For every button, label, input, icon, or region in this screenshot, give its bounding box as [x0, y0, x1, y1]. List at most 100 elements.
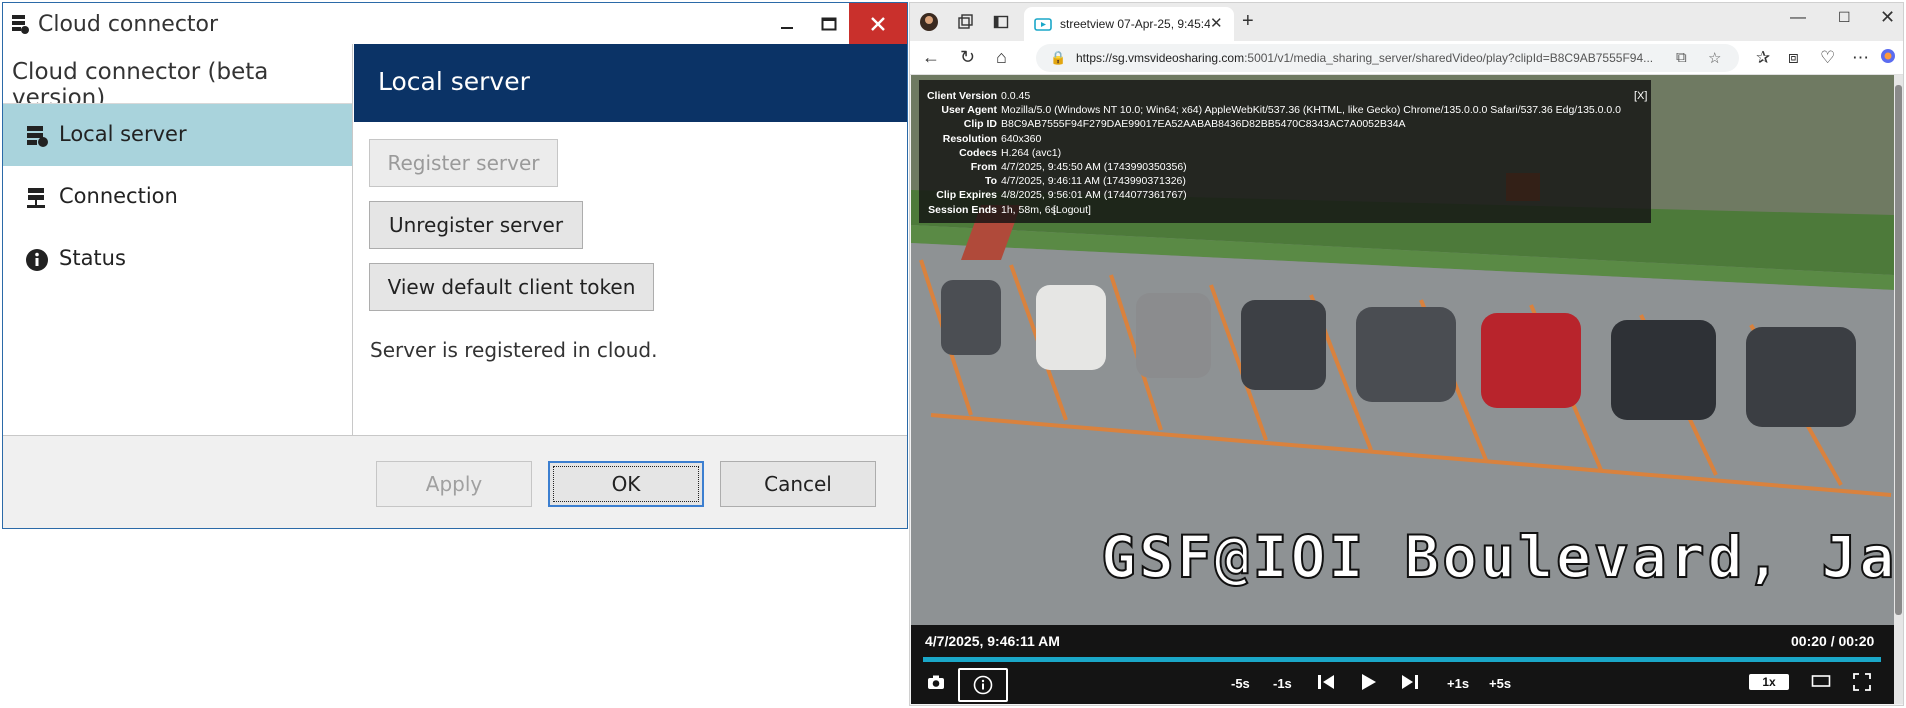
video-player[interactable]: [X] Client Version 0.0.45 User Agent Mozill… — [911, 75, 1894, 704]
next-frame-button[interactable] — [1401, 673, 1419, 694]
clip-info-value: 4/8/2025, 9:56:01 AM (1744077361767) — [1001, 189, 1187, 202]
profile-avatar[interactable] — [918, 11, 940, 33]
clip-info-value: 640x360 — [1001, 132, 1042, 145]
sidebar-item-connection[interactable]: Connection — [3, 166, 352, 228]
minimize-button[interactable] — [765, 3, 809, 44]
clip-info-value: 4/7/2025, 9:45:50 AM (1743990350356) — [1001, 161, 1187, 173]
view-client-token-button[interactable]: View default client token — [369, 263, 654, 311]
close-icon — [871, 16, 885, 31]
server-cloud-icon — [27, 126, 48, 147]
collections-icon[interactable]: ⧈ — [1788, 48, 1799, 68]
workspaces-icon — [958, 14, 973, 29]
player-controls: 4/7/2025, 9:46:11 AM 00:20 / 00:20 -5s -… — [911, 625, 1894, 704]
camera-overlay-text: GSF@IOI Boulevard, Jalan K — [1100, 522, 1894, 592]
copilot-icon[interactable] — [1880, 48, 1896, 69]
clip-info-key: Codecs — [959, 146, 997, 159]
fullscreen-icon — [1853, 673, 1871, 691]
sidebar-item-local-server[interactable]: Local server — [3, 104, 352, 166]
register-server-button[interactable]: Register server — [369, 139, 558, 187]
panel-header: Local server — [354, 44, 907, 122]
clip-info-value: 4/7/2025, 9:46:11 AM (1743990371326) — [1001, 175, 1186, 188]
sidebar-item-label: Local server — [59, 122, 187, 146]
current-timestamp: 4/7/2025, 9:46:11 AM — [925, 633, 1060, 649]
unregister-server-button[interactable]: Unregister server — [369, 201, 583, 249]
copilot-logo-icon — [1881, 49, 1895, 63]
browser-essentials-icon[interactable]: ♡ — [1820, 48, 1835, 68]
cloud-connector-dialog: Cloud connector Cloud connector (beta ve… — [2, 2, 908, 529]
minimize-icon — [781, 26, 793, 29]
playback-speed-button[interactable]: 1x — [1749, 674, 1789, 690]
camera-icon — [928, 675, 944, 689]
url-field[interactable]: 🔒 https://sg.vmsvideosharing.com:5001/v1… — [1036, 44, 1739, 72]
panel-title: Local server — [378, 67, 530, 96]
sidebar-item-status[interactable]: Status — [3, 228, 352, 290]
theater-mode-button[interactable] — [1811, 673, 1831, 692]
dialog-title: Cloud connector — [38, 12, 219, 37]
play-button[interactable] — [1359, 673, 1377, 694]
clip-info-key: Clip Expires — [936, 189, 997, 202]
info-toggle-button[interactable] — [958, 668, 1008, 702]
seek-forward-1s-button[interactable]: +1s — [1447, 676, 1469, 691]
page-scrollbar[interactable] — [1894, 75, 1903, 704]
ok-button[interactable]: OK — [548, 461, 704, 507]
maximize-icon — [821, 17, 837, 30]
back-arrow-icon[interactable]: ← — [922, 47, 940, 68]
seek-back-1s-button[interactable]: -1s — [1273, 676, 1292, 691]
clip-info-value: H.264 (avc1) — [1001, 146, 1062, 159]
clip-info-key: From — [970, 161, 997, 173]
new-tab-icon[interactable]: + — [1242, 10, 1254, 33]
favorite-star-icon[interactable]: ☆ — [1708, 49, 1721, 67]
dialog-titlebar[interactable]: Cloud connector — [3, 3, 907, 44]
tab-title: streetview 07-Apr-25, 9:45:49 AM — [1060, 17, 1210, 31]
refresh-icon[interactable]: ↻ — [960, 47, 975, 68]
server-connection-icon — [27, 188, 45, 208]
play-icon — [1362, 674, 1376, 690]
progress-bar[interactable] — [923, 657, 1881, 662]
progress-fill — [923, 657, 1881, 662]
close-button[interactable] — [849, 3, 907, 44]
info-close-button[interactable]: [X] — [1634, 90, 1647, 102]
avatar-icon — [920, 13, 938, 31]
workspaces-button[interactable] — [954, 11, 976, 33]
logout-link[interactable]: [Logout] — [1053, 204, 1091, 216]
apply-button[interactable]: Apply — [376, 461, 532, 507]
more-menu-icon[interactable]: ⋯ — [1852, 48, 1869, 68]
scrollbar-thumb[interactable] — [1895, 85, 1902, 615]
tab-actions-button[interactable] — [990, 11, 1012, 33]
sidebar-item-label: Status — [59, 246, 126, 270]
cancel-button[interactable]: Cancel — [720, 461, 876, 507]
clip-info-key: Client Version — [926, 90, 997, 102]
snapshot-button[interactable] — [927, 674, 945, 693]
playback-duration: 00:20 / 00:20 — [1791, 633, 1875, 649]
close-icon[interactable]: ✕ — [1880, 7, 1895, 28]
app-available-icon[interactable]: ⧉ — [1676, 49, 1687, 66]
clip-info-key: User Agent — [941, 104, 997, 117]
browser-window: streetview 07-Apr-25, 9:45:49 AM ✕ + — ☐… — [909, 2, 1904, 706]
tab-close-icon[interactable]: ✕ — [1210, 14, 1223, 32]
clip-info-value: 0.0.45 — [1001, 90, 1031, 102]
seek-forward-5s-button[interactable]: +5s — [1489, 676, 1511, 691]
vertical-tabs-icon — [993, 15, 1009, 29]
clip-info-key: To — [984, 175, 997, 188]
clip-info-value: Mozilla/5.0 (Windows NT 10.0; Win64; x64… — [1001, 104, 1622, 117]
clip-info-key: Clip ID — [963, 118, 997, 131]
home-icon[interactable]: ⌂ — [996, 47, 1007, 68]
tab-strip: streetview 07-Apr-25, 9:45:49 AM ✕ + — ☐… — [910, 3, 1903, 41]
maximize-button[interactable] — [807, 3, 851, 44]
dialog-footer: Apply OK Cancel — [3, 435, 907, 528]
clip-info-key: Resolution — [942, 132, 997, 145]
fullscreen-button[interactable] — [1853, 673, 1871, 694]
lock-icon: 🔒 — [1050, 50, 1067, 65]
maximize-icon[interactable]: ☐ — [1838, 9, 1851, 26]
step-back-icon — [1318, 675, 1334, 689]
url-text: https://sg.vmsvideosharing.com:5001/v1/m… — [1076, 51, 1654, 65]
video-share-favicon-icon — [1034, 18, 1052, 31]
info-icon — [26, 249, 48, 271]
step-forward-icon — [1402, 675, 1418, 689]
browser-tab[interactable]: streetview 07-Apr-25, 9:45:49 AM ✕ — [1024, 7, 1234, 41]
minimize-icon[interactable]: — — [1790, 9, 1806, 27]
prev-frame-button[interactable] — [1317, 673, 1335, 694]
clip-info-panel: [X] Client Version 0.0.45 User Agent Mozill… — [919, 80, 1651, 223]
seek-back-5s-button[interactable]: -5s — [1231, 676, 1250, 691]
favorites-icon[interactable]: ✰ — [1756, 48, 1770, 68]
